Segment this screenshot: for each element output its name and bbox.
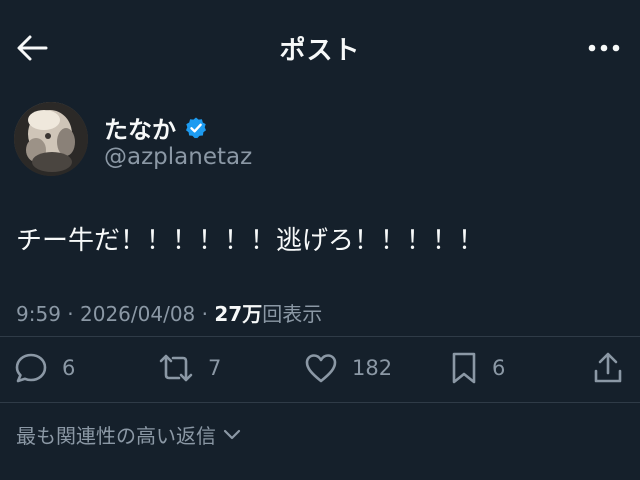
bookmark-icon: [452, 352, 476, 384]
views-label: 回表示: [262, 302, 323, 326]
replies-sort-label: 最も関連性の高い返信: [16, 424, 216, 448]
header: ポスト: [0, 0, 640, 90]
verified-badge-icon: [186, 117, 206, 138]
views-count[interactable]: 27万: [214, 302, 262, 326]
display-name-text: たなか: [104, 116, 176, 144]
avatar[interactable]: [14, 102, 88, 176]
share-button[interactable]: [592, 350, 624, 386]
more-button[interactable]: [582, 30, 626, 66]
repost-count: 7: [208, 356, 222, 380]
reply-count: 6: [62, 356, 76, 380]
replies-sort-selector[interactable]: 最も関連性の高い返信: [16, 420, 242, 449]
heart-icon: [305, 354, 337, 383]
page-title: ポスト: [279, 36, 361, 66]
tweet-text: チー牛だ！！！！！！逃げろ！！！！！: [16, 226, 485, 256]
meta-separator: ·: [60, 302, 80, 326]
divider: [0, 402, 640, 403]
tweet-time[interactable]: 9:59: [16, 302, 61, 326]
meta-separator: ·: [195, 302, 215, 326]
share-icon: [594, 352, 622, 383]
more-horizontal-icon: [588, 44, 620, 52]
reply-icon: [15, 353, 47, 383]
tweet-date[interactable]: 2026/04/08: [80, 302, 195, 326]
author-handle[interactable]: @azplanetaz: [104, 144, 252, 170]
bookmark-count: 6: [492, 356, 506, 380]
chevron-down-icon: [223, 429, 241, 439]
divider: [0, 336, 640, 337]
author-display-name[interactable]: たなか: [104, 110, 208, 145]
post-detail-screen: ポスト たなか @azplanetaz チー牛だ！！！！！！逃げろ！！！！！ 9…: [0, 0, 640, 480]
repost-button[interactable]: 7: [158, 350, 221, 386]
reply-button[interactable]: 6: [14, 350, 75, 386]
like-button[interactable]: 182: [304, 350, 392, 386]
repost-icon: [159, 354, 193, 382]
like-count: 182: [352, 356, 393, 380]
tweet-meta: 9:59 · 2026/04/08 · 27万回表示: [16, 298, 322, 327]
bookmark-button[interactable]: 6: [450, 350, 505, 386]
avatar-photo: [14, 102, 88, 176]
